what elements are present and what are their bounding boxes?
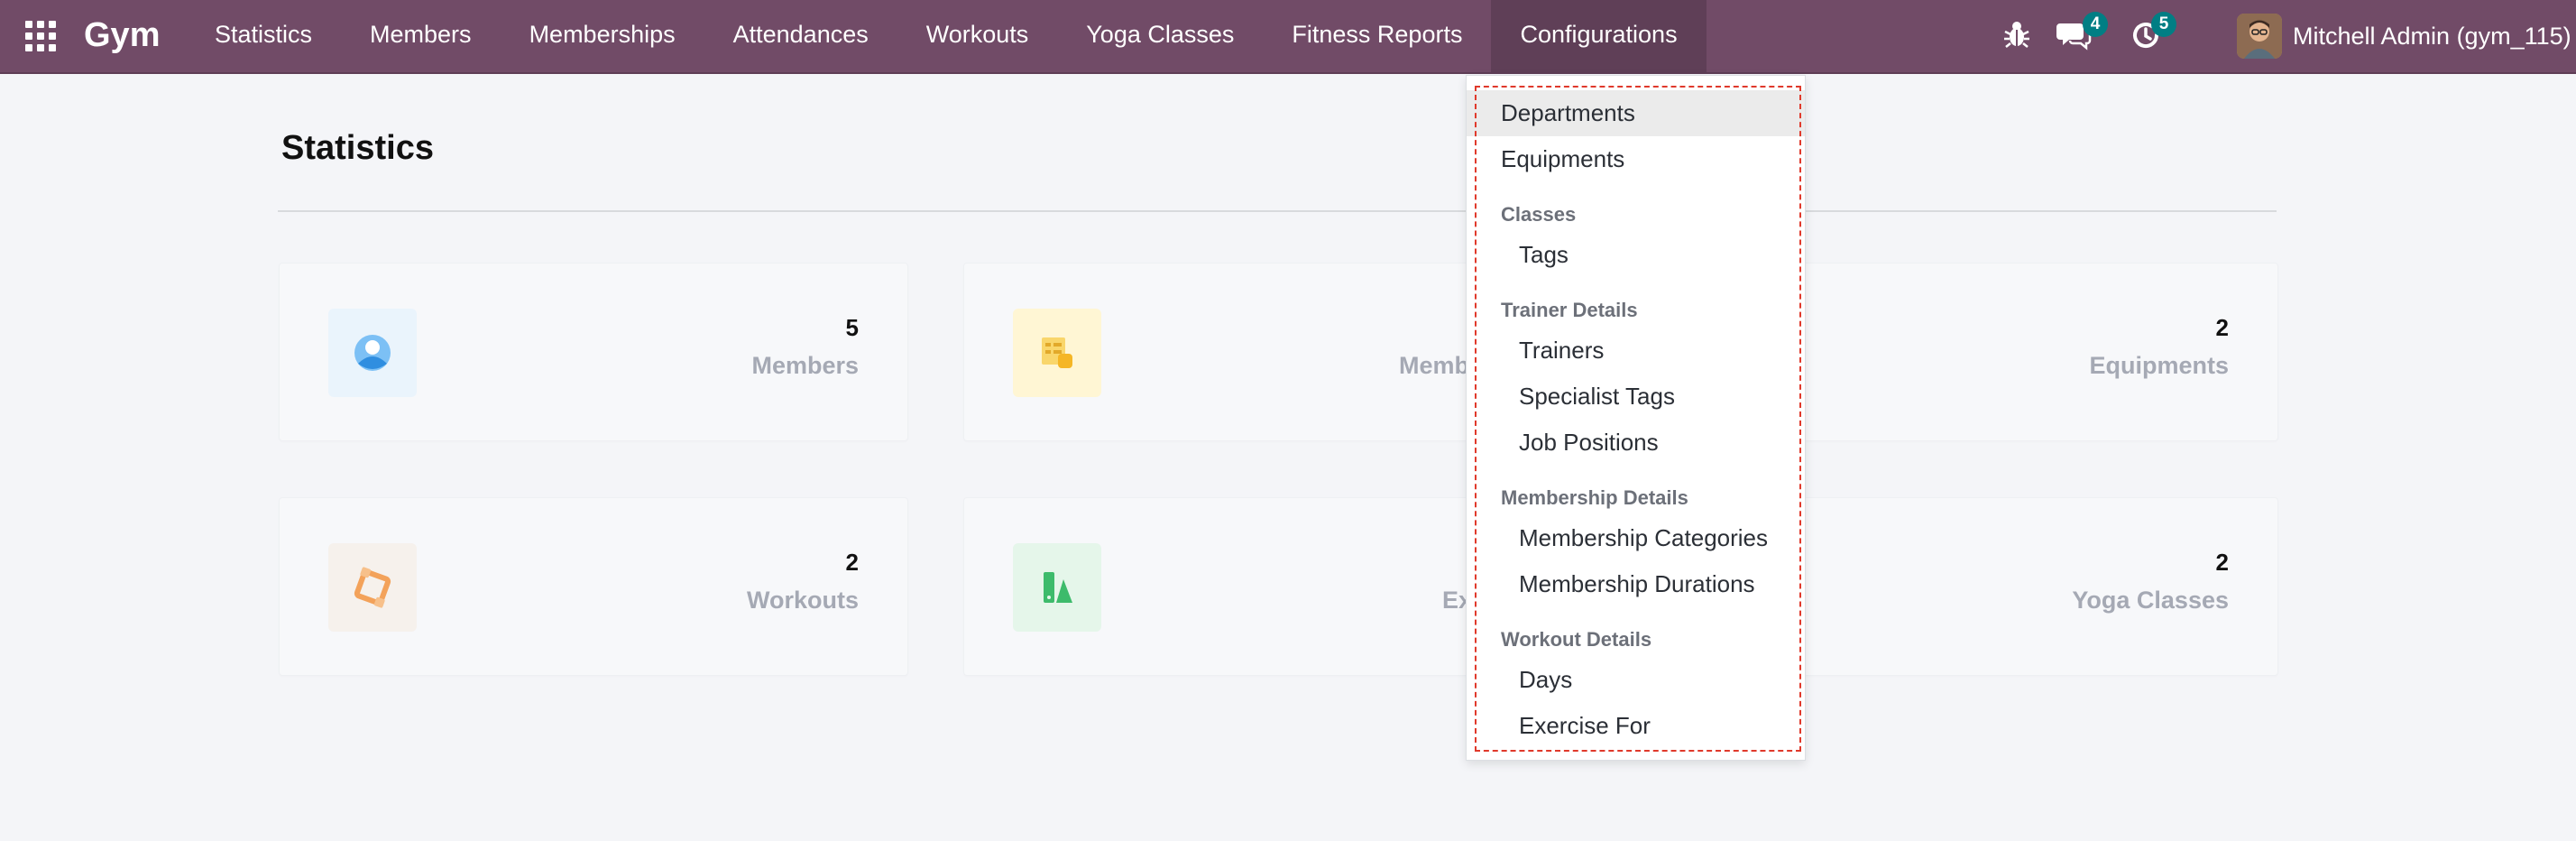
stat-label: Workouts [746,587,859,614]
app-grid-icon[interactable] [25,21,56,51]
top-navbar: Gym Statistics Members Memberships Atten… [0,0,2576,74]
menu-members[interactable]: Members [341,0,501,72]
stat-label: Memb [1399,352,1470,379]
menu-configurations[interactable]: Configurations [1491,0,1707,72]
stat-value: 2 [845,549,859,576]
stat-label: Yoga Classes [2072,587,2229,614]
dropdown-item-tags[interactable]: Tags [1467,232,1805,278]
title-divider [278,210,2277,212]
member-icon [328,309,417,397]
dropdown-item-equipments[interactable]: Equipments [1467,136,1805,182]
menu-workouts[interactable]: Workouts [897,0,1058,72]
avatar [2237,14,2282,59]
dropdown-section-workout-details: Workout Details [1501,628,1652,651]
dropdown-item-membership-durations[interactable]: Membership Durations [1467,561,1805,607]
configurations-dropdown: Departments Equipments Classes Tags Trai… [1466,75,1806,761]
page-title: Statistics [281,129,434,167]
main-menu: Statistics Members Memberships Attendanc… [186,0,1707,72]
dropdown-item-exercise-for[interactable]: Exercise For [1467,703,1805,749]
stat-card-workouts[interactable]: 2 Workouts [279,497,908,676]
dropdown-section-classes: Classes [1501,203,1577,226]
chat-count-badge: 4 [2083,12,2108,37]
exercise-icon [1013,543,1101,632]
dropdown-item-specialist-tags[interactable]: Specialist Tags [1467,374,1805,420]
stat-value: 2 [2215,549,2229,576]
workout-icon [328,543,417,632]
user-name: Mitchell Admin (gym_115) [2293,22,2571,50]
stat-value: 2 [2215,314,2229,341]
stat-card-members[interactable]: 5 Members [279,263,908,441]
activity-count-badge: 5 [2151,12,2176,37]
membership-icon [1013,309,1101,397]
menu-attendances[interactable]: Attendances [704,0,897,72]
stat-value: 5 [845,314,859,341]
stat-label: Equipments [2089,352,2229,379]
app-brand[interactable]: Gym [84,13,160,58]
dropdown-item-job-positions[interactable]: Job Positions [1467,420,1805,466]
dropdown-item-days[interactable]: Days [1467,657,1805,703]
menu-yoga-classes[interactable]: Yoga Classes [1057,0,1263,72]
dropdown-item-membership-categories[interactable]: Membership Categories [1467,515,1805,561]
debug-bug-icon[interactable] [2001,17,2032,51]
menu-statistics[interactable]: Statistics [186,0,341,72]
dropdown-section-trainer-details: Trainer Details [1501,299,1638,321]
menu-fitness-reports[interactable]: Fitness Reports [1263,0,1491,72]
dropdown-item-trainers[interactable]: Trainers [1467,328,1805,374]
stat-label: Members [751,352,859,379]
dropdown-item-departments[interactable]: Departments [1467,90,1805,136]
user-menu[interactable]: Mitchell Admin (gym_115) [2237,13,2571,60]
menu-memberships[interactable]: Memberships [501,0,704,72]
dropdown-section-membership-details: Membership Details [1501,486,1688,509]
